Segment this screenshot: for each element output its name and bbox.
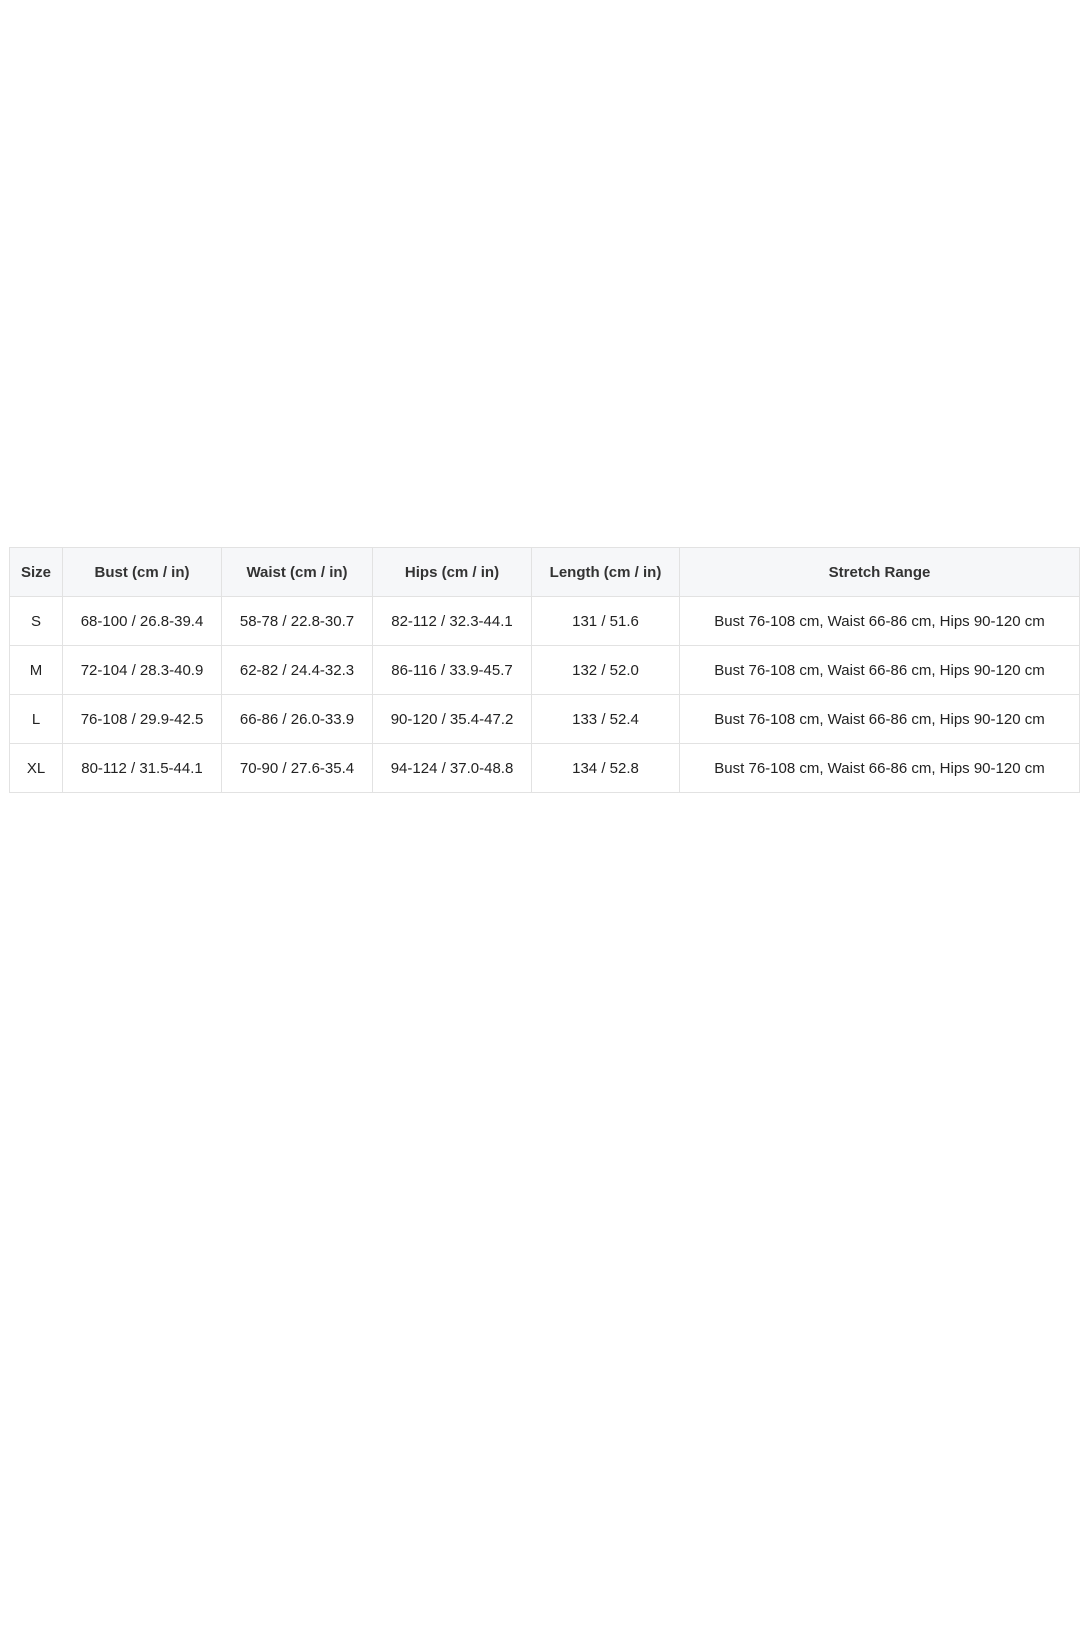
cell-waist: 66-86 / 26.0-33.9 (221, 694, 373, 744)
header-hips: Hips (cm / in) (372, 547, 532, 597)
cell-stretch-range: Bust 76-108 cm, Waist 66-86 cm, Hips 90-… (679, 596, 1080, 646)
size-chart-header: Size Bust (cm / in) Waist (cm / in) Hips… (9, 547, 1080, 597)
header-length: Length (cm / in) (531, 547, 680, 597)
cell-hips: 82-112 / 32.3-44.1 (372, 596, 532, 646)
table-row: L 76-108 / 29.9-42.5 66-86 / 26.0-33.9 9… (9, 694, 1080, 744)
cell-size: S (9, 596, 63, 646)
cell-hips: 94-124 / 37.0-48.8 (372, 743, 532, 793)
cell-stretch-range: Bust 76-108 cm, Waist 66-86 cm, Hips 90-… (679, 645, 1080, 695)
cell-bust: 80-112 / 31.5-44.1 (62, 743, 222, 793)
cell-waist: 58-78 / 22.8-30.7 (221, 596, 373, 646)
table-row: M 72-104 / 28.3-40.9 62-82 / 24.4-32.3 8… (9, 645, 1080, 695)
header-waist: Waist (cm / in) (221, 547, 373, 597)
cell-size: M (9, 645, 63, 695)
cell-length: 134 / 52.8 (531, 743, 680, 793)
header-row: Size Bust (cm / in) Waist (cm / in) Hips… (9, 547, 1080, 597)
cell-hips: 90-120 / 35.4-47.2 (372, 694, 532, 744)
cell-stretch-range: Bust 76-108 cm, Waist 66-86 cm, Hips 90-… (679, 694, 1080, 744)
header-bust: Bust (cm / in) (62, 547, 222, 597)
cell-size: L (9, 694, 63, 744)
cell-stretch-range: Bust 76-108 cm, Waist 66-86 cm, Hips 90-… (679, 743, 1080, 793)
table-row: XL 80-112 / 31.5-44.1 70-90 / 27.6-35.4 … (9, 743, 1080, 793)
cell-bust: 72-104 / 28.3-40.9 (62, 645, 222, 695)
cell-waist: 70-90 / 27.6-35.4 (221, 743, 373, 793)
size-chart-body: S 68-100 / 26.8-39.4 58-78 / 22.8-30.7 8… (9, 596, 1080, 793)
cell-waist: 62-82 / 24.4-32.3 (221, 645, 373, 695)
cell-bust: 76-108 / 29.9-42.5 (62, 694, 222, 744)
header-stretch-range: Stretch Range (679, 547, 1080, 597)
cell-length: 133 / 52.4 (531, 694, 680, 744)
size-chart-table: Size Bust (cm / in) Waist (cm / in) Hips… (9, 547, 1080, 793)
cell-bust: 68-100 / 26.8-39.4 (62, 596, 222, 646)
header-size: Size (9, 547, 63, 597)
table-row: S 68-100 / 26.8-39.4 58-78 / 22.8-30.7 8… (9, 596, 1080, 646)
cell-length: 131 / 51.6 (531, 596, 680, 646)
cell-size: XL (9, 743, 63, 793)
cell-hips: 86-116 / 33.9-45.7 (372, 645, 532, 695)
cell-length: 132 / 52.0 (531, 645, 680, 695)
